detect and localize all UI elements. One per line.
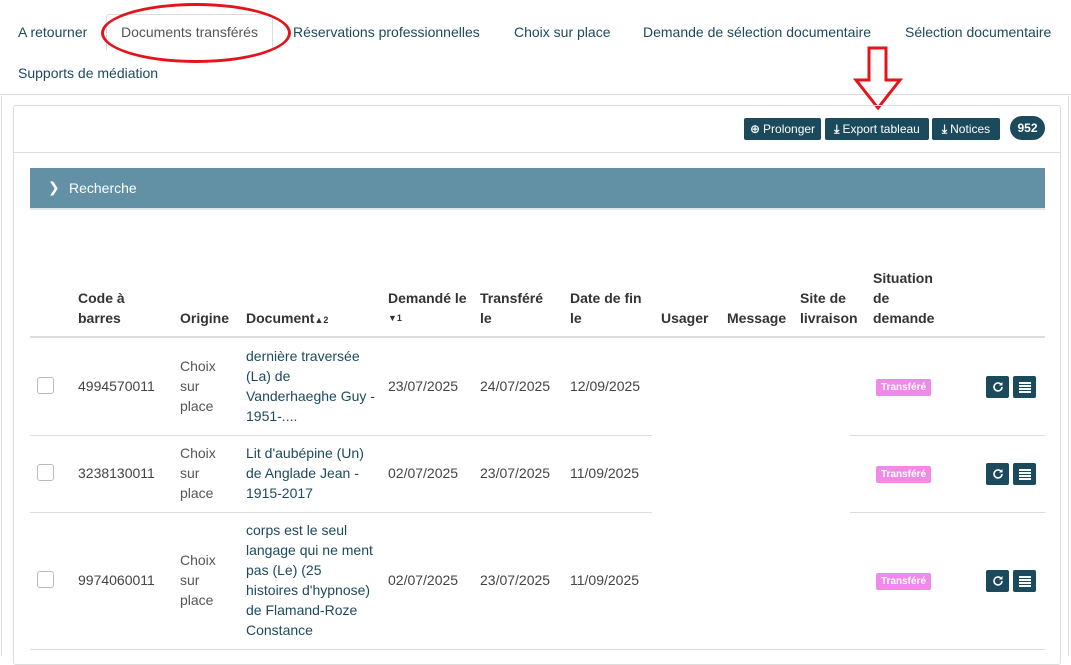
tab-bar: A retourner Documents transférés Réserva… xyxy=(0,0,1071,94)
export-label: Export tableau xyxy=(842,122,920,136)
col-header-status-l2: de xyxy=(873,290,890,306)
plus-circle-icon: ⊕ xyxy=(749,122,761,136)
row-divider xyxy=(30,435,652,436)
row-transferred-date: 23/07/2025 xyxy=(480,572,551,588)
col-header-requested[interactable]: Demandé le ▼1 xyxy=(388,288,467,328)
row-origin: Choix sur place xyxy=(180,358,216,414)
notices-button[interactable]: ⤓ Notices xyxy=(932,118,1000,140)
row-end-date: 12/09/2025 xyxy=(570,378,641,394)
refresh-icon xyxy=(992,469,1003,479)
row-divider xyxy=(30,649,1045,650)
col-header-transferred-l1: Transféré xyxy=(480,290,544,306)
refresh-icon xyxy=(992,382,1003,392)
details-button[interactable] xyxy=(1013,463,1036,485)
row-origin: Choix sur place xyxy=(180,445,216,501)
search-label: Recherche xyxy=(69,180,137,196)
status-badge: Transféré xyxy=(876,466,932,483)
col-header-message[interactable]: Message xyxy=(727,308,786,328)
row-checkbox[interactable] xyxy=(37,571,54,588)
col-header-barcode-l1: Code à xyxy=(78,290,125,306)
col-header-status[interactable]: Situation de demande xyxy=(873,268,934,328)
col-header-origin-label: Origine xyxy=(180,310,230,326)
row-checkbox[interactable] xyxy=(37,464,54,481)
col-header-requested-l1: Demandé le xyxy=(388,290,467,306)
refresh-icon xyxy=(992,576,1003,586)
sort-asc-icon: ▲2 xyxy=(314,315,329,325)
export-tableau-button[interactable]: ⤓ Export tableau xyxy=(825,118,929,140)
prolonger-label: Prolonger xyxy=(763,122,816,136)
row-divider xyxy=(850,512,1045,513)
tab-demande-selection-documentaire[interactable]: Demande de sélection documentaire xyxy=(643,24,871,40)
col-header-message-label: Message xyxy=(727,310,787,326)
tab-documents-transferes[interactable]: Documents transférés xyxy=(106,14,273,51)
row-requested-date: 23/07/2025 xyxy=(388,378,459,394)
row-document-link[interactable]: dernière traversée (La) de Vanderhaeghe Gu… xyxy=(246,346,375,426)
col-header-transferred-l2: le xyxy=(480,310,492,326)
notices-label: Notices xyxy=(950,122,991,136)
col-header-document[interactable]: Document▲2 xyxy=(246,308,328,330)
list-icon xyxy=(1018,575,1031,587)
row-document-link[interactable]: Lit d'aubépine (Un) de Anglade Jean -1915… xyxy=(246,443,364,503)
status-badge: Transféré xyxy=(876,573,932,590)
list-icon xyxy=(1018,381,1031,393)
download-icon: ⤓ xyxy=(834,121,840,136)
row-barcode: 4994570011 xyxy=(78,378,155,394)
details-button[interactable] xyxy=(1013,570,1036,592)
tab-choix-sur-place[interactable]: Choix sur place xyxy=(514,24,611,40)
row-barcode: 9974060011 xyxy=(78,572,155,588)
col-header-enddate[interactable]: Date de fin le xyxy=(570,288,642,328)
row-document-link[interactable]: corps est le seul langage qui ne ment pas … xyxy=(246,520,373,640)
refresh-button[interactable] xyxy=(986,376,1009,398)
row-transferred-date: 24/07/2025 xyxy=(480,378,551,394)
tab-reservations-professionnelles[interactable]: Réservations professionnelles xyxy=(293,24,480,40)
col-header-user[interactable]: Usager xyxy=(661,308,708,328)
row-end-date: 11/09/2025 xyxy=(570,465,640,481)
col-header-document-label: Document xyxy=(246,310,315,326)
col-header-barcode[interactable]: Code à barres xyxy=(78,288,125,328)
table-header-divider xyxy=(30,336,1045,338)
tab-supports-de-mediation[interactable]: Supports de médiation xyxy=(18,65,158,81)
row-requested-date: 02/07/2025 xyxy=(388,572,459,588)
col-header-barcode-l2: barres xyxy=(78,310,121,326)
result-count-badge: 952 xyxy=(1010,116,1045,140)
tab-a-retourner[interactable]: A retourner xyxy=(18,24,87,40)
row-transferred-date: 23/07/2025 xyxy=(480,465,551,481)
sort-desc-icon: ▼1 xyxy=(388,313,402,323)
refresh-button[interactable] xyxy=(986,570,1009,592)
download-icon: ⤓ xyxy=(941,121,948,136)
row-divider xyxy=(30,512,652,513)
col-header-site-l1: Site de xyxy=(800,290,846,306)
list-icon xyxy=(1018,468,1031,480)
row-origin: Choix sur place xyxy=(180,552,216,608)
refresh-button[interactable] xyxy=(986,463,1009,485)
search-panel-toggle[interactable]: ❯ Recherche xyxy=(30,168,1045,210)
chevron-right-icon: ❯ xyxy=(48,179,60,195)
row-divider xyxy=(850,435,1045,436)
col-header-status-l1: Situation xyxy=(873,270,933,286)
col-header-enddate-l1: Date de fin xyxy=(570,290,642,306)
row-end-date: 11/09/2025 xyxy=(570,572,640,588)
col-header-status-l3: demande xyxy=(873,310,935,326)
details-button[interactable] xyxy=(1013,376,1036,398)
col-header-site[interactable]: Site de livraison xyxy=(800,288,858,328)
prolonger-button[interactable]: ⊕ Prolonger xyxy=(744,118,821,140)
tab-selection-documentaire[interactable]: Sélection documentaire xyxy=(905,24,1051,40)
row-barcode: 3238130011 xyxy=(78,465,155,481)
col-header-user-label: Usager xyxy=(661,310,709,326)
col-header-origin[interactable]: Origine xyxy=(180,308,229,328)
row-requested-date: 02/07/2025 xyxy=(388,465,459,481)
col-header-enddate-l2: le xyxy=(570,310,582,326)
status-badge: Transféré xyxy=(876,379,932,396)
col-header-transferred[interactable]: Transféré le xyxy=(480,288,543,328)
row-checkbox[interactable] xyxy=(37,377,54,394)
panel-header-divider xyxy=(14,152,1060,153)
tabs-divider xyxy=(0,94,1071,95)
col-header-site-l2: livraison xyxy=(800,310,858,326)
